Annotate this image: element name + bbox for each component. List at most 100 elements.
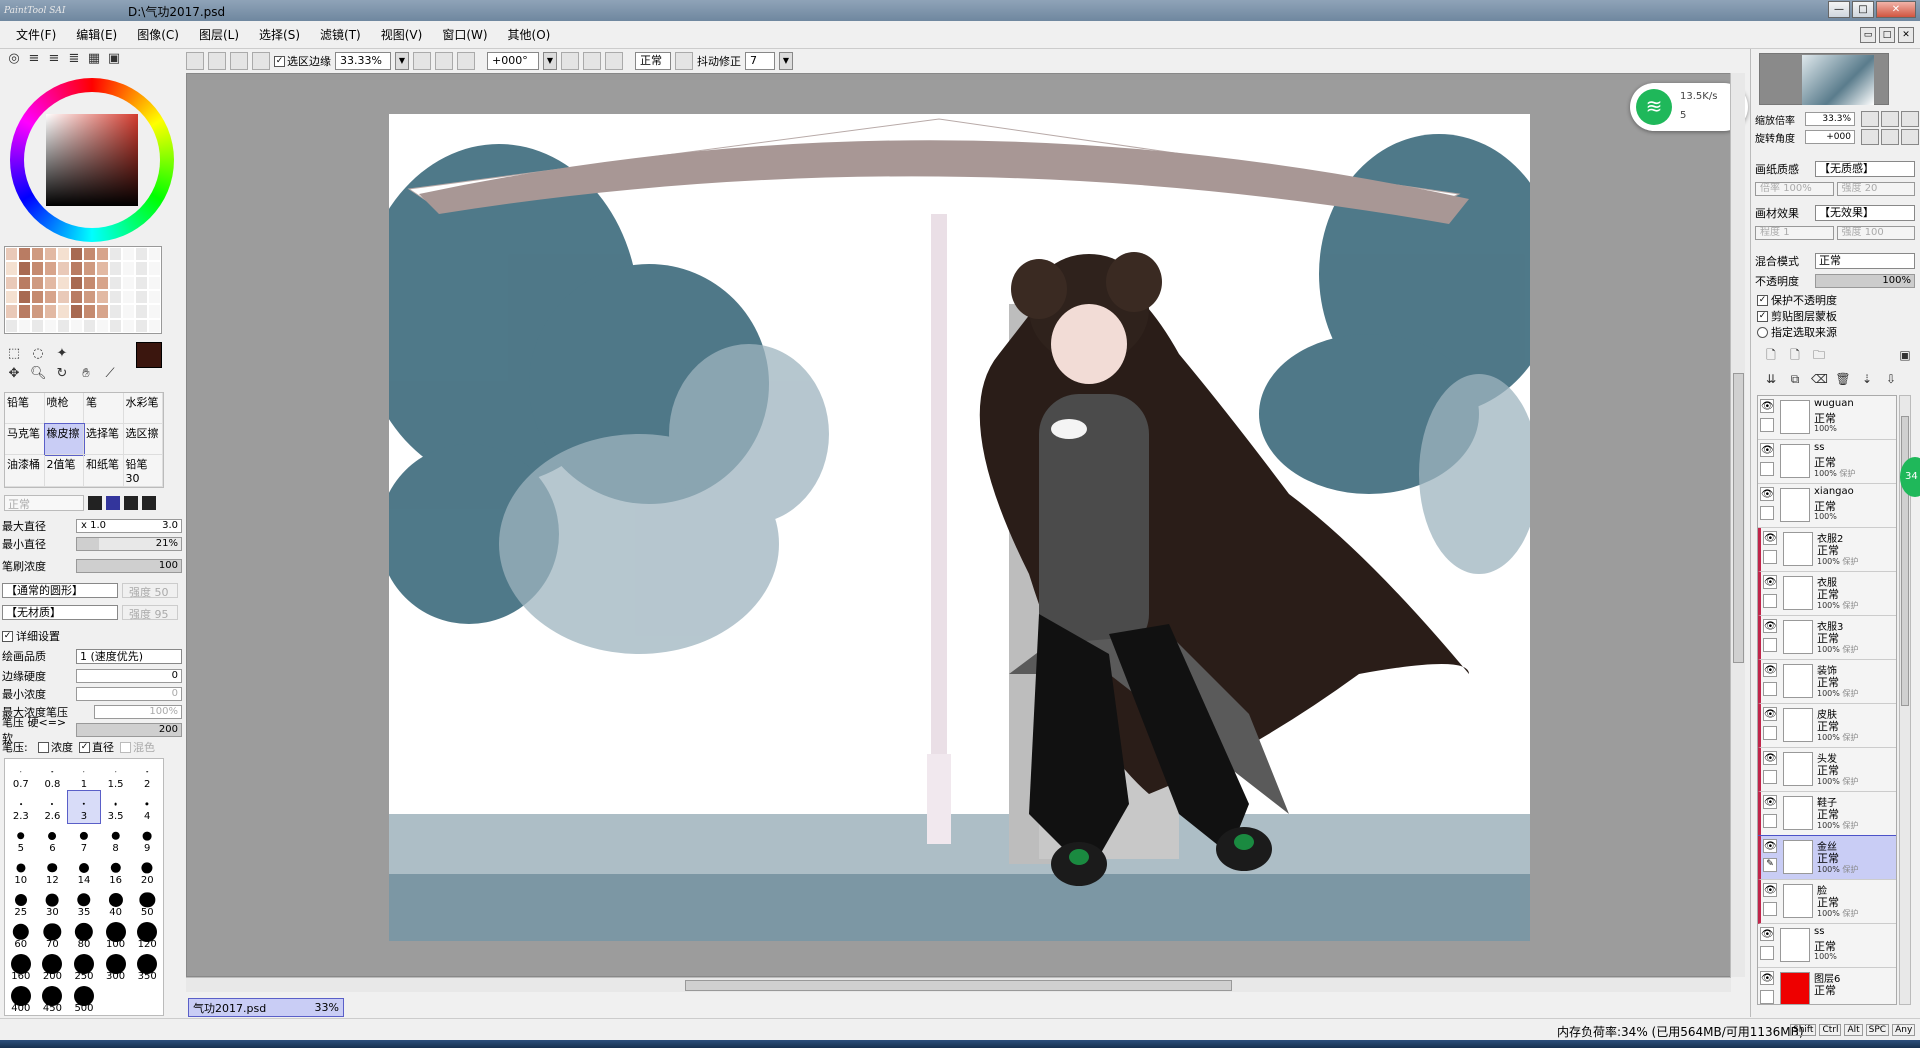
stabilizer-field[interactable]: 7 (745, 52, 775, 70)
menu-other[interactable]: 其他(O) (498, 21, 561, 49)
detail-toggle[interactable]: ✓ 详细设置 (2, 628, 182, 644)
brush-size-cell[interactable]: 500 (68, 983, 100, 1015)
brush-6[interactable]: 选择笔 (84, 424, 124, 455)
swatch-cell[interactable] (122, 261, 135, 276)
swatch-cell[interactable] (148, 289, 161, 305)
layer-row[interactable]: 👁︎ 衣服 正常 100% 保护 (1758, 572, 1896, 616)
swatch-cell[interactable] (57, 318, 70, 333)
max-doc-icon[interactable]: □ (1879, 27, 1895, 43)
brush-size-cell[interactable]: 10 (5, 855, 37, 887)
eye-icon[interactable]: 👁︎ (1760, 487, 1774, 501)
brush-shape-combo[interactable]: 【通常的圆形】 (2, 582, 118, 598)
swatch-cell[interactable] (31, 247, 44, 262)
brush-5[interactable]: 橡皮擦 (43, 423, 85, 456)
redo-icon[interactable] (208, 52, 226, 70)
swatch-cell[interactable] (109, 304, 122, 319)
swatch-cell[interactable] (96, 247, 109, 262)
delete-layer-icon[interactable]: 🗑︎ (1835, 371, 1851, 387)
swatch-cell[interactable] (18, 318, 31, 333)
brush-size-cell[interactable]: 400 (5, 983, 37, 1015)
layer-checkbox[interactable] (1763, 638, 1777, 652)
swatch-cell[interactable] (109, 318, 122, 333)
nav-zoom-value[interactable]: 33.3% (1805, 112, 1855, 126)
rotate-field[interactable]: +000° (487, 52, 539, 70)
checkbox-icon[interactable] (38, 741, 49, 753)
rect-select-icon[interactable]: ⬚ (6, 346, 22, 362)
tip-shape-4-icon[interactable] (142, 496, 156, 510)
swatch-cell[interactable] (5, 289, 18, 305)
saturation-value-square[interactable] (46, 114, 138, 206)
eye-icon[interactable]: 👁︎ (1763, 795, 1777, 809)
swatch-cell[interactable] (148, 304, 161, 319)
brush-size-cell[interactable]: 16 (100, 855, 132, 887)
canvas-horizontal-scrollbar[interactable] (186, 977, 1731, 992)
layer-checkbox[interactable] (1763, 814, 1777, 828)
swatch-cell[interactable] (96, 304, 109, 319)
layer-checkbox[interactable] (1760, 418, 1774, 432)
brush-11[interactable]: 铅笔30 (123, 455, 163, 487)
brush-texture-combo[interactable]: 【无材质】 (2, 604, 118, 620)
swatch-cell[interactable] (31, 275, 44, 290)
color-swatches[interactable] (4, 246, 162, 334)
brush-0[interactable]: 铅笔 (5, 393, 45, 424)
swatch-cell[interactable] (5, 318, 18, 333)
swatch-cell[interactable] (31, 261, 44, 276)
swatch-cell[interactable] (83, 318, 96, 333)
deselect-icon[interactable] (230, 52, 248, 70)
layer-row[interactable]: 👁︎ 脸正常 100% 保护 (1758, 880, 1896, 924)
layer-list[interactable]: 👁︎ wuguan 正常 100% 👁︎ ss 正常 100% 保护 👁︎ xiangao 正常 1… (1757, 395, 1897, 1005)
brush-2[interactable]: 笔 (84, 393, 124, 424)
brush-size-cell[interactable]: 80 (68, 919, 100, 951)
palette-tab-icon[interactable]: ≣ (66, 51, 82, 67)
swatch-cell[interactable] (18, 261, 31, 276)
swatch-cell[interactable] (122, 289, 135, 305)
zoom-dropdown-icon[interactable]: ▼ (395, 52, 409, 70)
new-folder-icon[interactable]: 🗀︎ (1811, 347, 1827, 363)
brush-1[interactable]: 喷枪 (44, 393, 84, 424)
menu-image[interactable]: 图像(C) (127, 21, 189, 49)
brush-9[interactable]: 2值笔 (44, 455, 84, 487)
zoom-field[interactable]: 33.33% (335, 52, 391, 70)
layer-opacity-slider[interactable]: 100% (1815, 274, 1915, 288)
eye-icon[interactable]: 👁︎ (1763, 575, 1777, 589)
swatch-cell[interactable] (57, 275, 70, 290)
layer-row[interactable]: 👁︎ wuguan 正常 100% (1758, 396, 1896, 440)
layer-checkbox[interactable] (1763, 594, 1777, 608)
layer-checkbox[interactable] (1763, 770, 1777, 784)
swatch-cell[interactable] (109, 247, 122, 262)
brush-size-cell[interactable]: 1 (68, 759, 100, 791)
swatch-cell[interactable] (44, 247, 57, 262)
swatch-cell[interactable] (57, 247, 70, 262)
nav-zoom-out-icon[interactable] (1861, 111, 1879, 127)
swatch-cell[interactable] (57, 289, 70, 305)
canvas-area[interactable] (186, 73, 1745, 977)
rotate-tool-icon[interactable]: ↻ (54, 366, 70, 382)
clipping-mask-toggle[interactable]: ✓ 剪贴图层蒙板 (1757, 308, 1837, 324)
zoom-reset-icon[interactable] (457, 52, 475, 70)
color-wheel-tab-icon[interactable]: ◎ (6, 51, 22, 67)
brush-size-cell[interactable]: 200 (37, 951, 69, 983)
eye-icon[interactable]: 👁︎ (1763, 619, 1777, 633)
swatch-cell[interactable] (44, 275, 57, 290)
swatch-cell[interactable] (70, 304, 83, 319)
brush-10[interactable]: 和纸笔 (84, 455, 124, 487)
swatch-cell[interactable] (5, 304, 18, 319)
transfer-down-icon[interactable]: ⇣ (1859, 371, 1875, 387)
brush-size-cell[interactable]: 25 (5, 887, 37, 919)
swatch-cell[interactable] (83, 304, 96, 319)
document-tab[interactable]: 气功2017.psd 33% (188, 998, 344, 1017)
swatch-cell[interactable] (44, 289, 57, 305)
checkbox-icon[interactable]: ✓ (79, 741, 90, 753)
eye-icon[interactable]: 👁︎ (1763, 883, 1777, 897)
max-pressure-slider[interactable]: 100% (94, 705, 182, 719)
brush-size-cell[interactable]: 50 (131, 887, 163, 919)
brush-size-cell[interactable]: 450 (37, 983, 69, 1015)
navigator-thumbnail[interactable] (1759, 53, 1889, 105)
swatch-cell[interactable] (44, 304, 57, 319)
swatch-cell[interactable] (18, 247, 31, 262)
zoom-out-icon[interactable] (413, 52, 431, 70)
merge-visible-icon[interactable]: ⇩ (1883, 371, 1899, 387)
nav-reset-icon[interactable] (1901, 111, 1919, 127)
brush-size-cell[interactable]: 300 (100, 951, 132, 983)
new-layer-icon[interactable]: 🗋︎ (1763, 347, 1779, 363)
